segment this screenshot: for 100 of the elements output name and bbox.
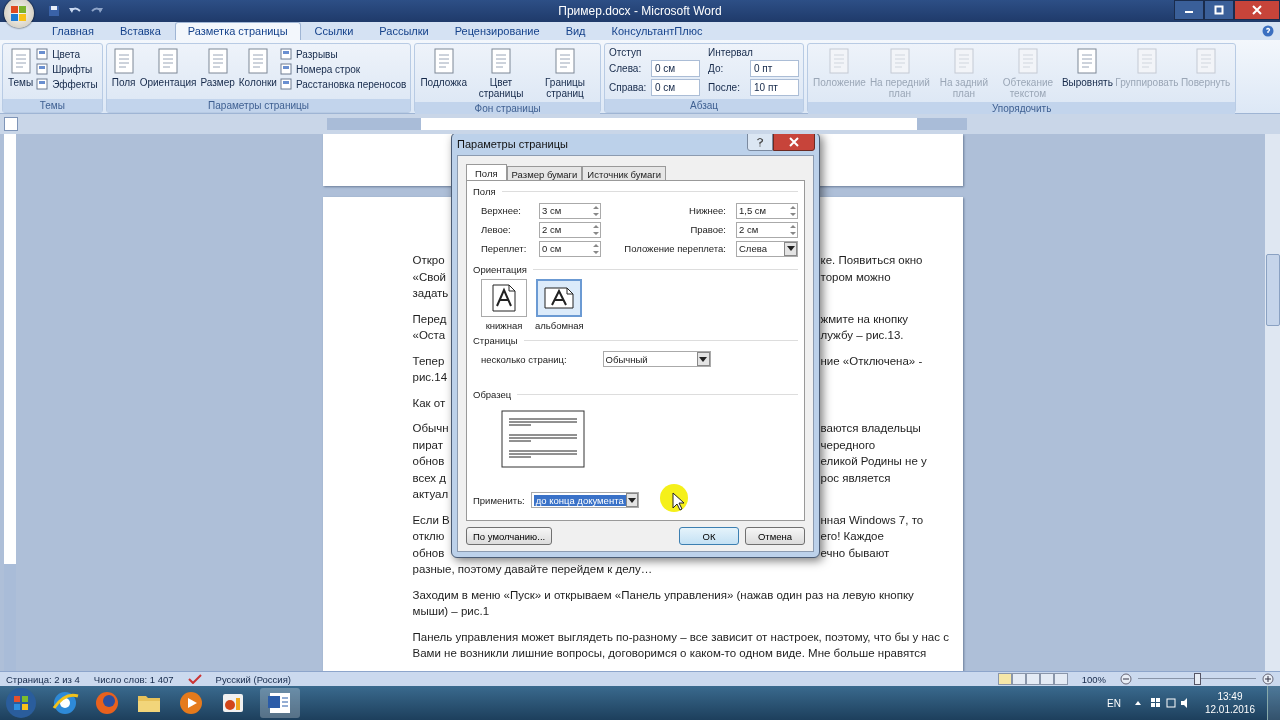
page-icon [1075, 47, 1100, 75]
dialog-button[interactable]: ОК [679, 527, 739, 545]
text-fragment: «Оста [412, 328, 447, 343]
slider-thumb[interactable] [1194, 673, 1201, 685]
spin-field[interactable]: 0 см [539, 240, 601, 257]
close-button[interactable] [773, 134, 815, 151]
page-icon [111, 47, 136, 75]
spin-arrows-icon [789, 203, 797, 218]
dialog-tab[interactable]: Поля [466, 164, 507, 180]
text-fragment: пират [412, 437, 444, 453]
maximize-button[interactable] [1204, 0, 1234, 20]
proofing-icon[interactable] [187, 674, 202, 684]
spin-field[interactable]: 10 пт [750, 79, 799, 96]
dialog-tab[interactable]: Размер бумаги [506, 166, 583, 180]
ribbon-tab[interactable]: Вставка [107, 23, 173, 40]
group-label: Темы [3, 99, 102, 112]
text-fragment: обнов [412, 454, 446, 469]
text-fragment: всех д [412, 470, 448, 486]
page-icon [8, 47, 33, 75]
ribbon-menu-button[interactable]: Расстановка переносов [279, 78, 407, 90]
dialog-button[interactable]: Отмена [745, 527, 805, 545]
office-button[interactable] [4, 0, 34, 28]
text-fragment: Как от [412, 395, 447, 411]
ribbon-tab[interactable]: Ссылки [302, 23, 366, 40]
spin-field[interactable]: 0 см [651, 79, 700, 96]
zoom-out-icon[interactable] [1120, 673, 1132, 685]
status-text: Страница: 2 из 4 [6, 673, 80, 685]
text-fragment: Перед [412, 311, 448, 327]
portrait-page-icon [492, 284, 516, 312]
scrollbar[interactable] [1265, 134, 1280, 671]
text-fragment: Обычн [412, 421, 450, 436]
zoom-level[interactable]: 100% [1081, 673, 1106, 685]
text-fragment: ваются владельцы [820, 421, 922, 436]
zoom-in-icon[interactable] [1262, 673, 1274, 685]
ribbon-tab[interactable]: Вид [553, 23, 598, 40]
text-fragment: нная Windows 7, то [820, 512, 925, 528]
field-label: Нижнее: [689, 205, 726, 216]
dropdown[interactable]: до конца документа [530, 492, 639, 508]
ribbon-menu-button[interactable]: Эффекты [36, 78, 98, 90]
language-indicator[interactable]: EN [1107, 697, 1121, 709]
help-icon[interactable] [1262, 25, 1274, 37]
text-fragment: его! Каждое [820, 529, 885, 544]
page-icon [205, 47, 230, 75]
minimize-button[interactable] [1174, 0, 1204, 20]
field-label: Правое: [690, 224, 726, 235]
help-icon [756, 137, 764, 147]
ribbon-button[interactable]: Размер [199, 46, 236, 89]
ribbon-menu-button[interactable]: Шрифты [36, 63, 98, 75]
spin-field[interactable]: 3 см [539, 202, 601, 219]
clock-date[interactable]: 12.01.2016 [1204, 703, 1255, 716]
ribbon-button[interactable]: Подложка [419, 46, 468, 89]
field-label: Положение переплета: [624, 243, 726, 254]
spin-label: До: [708, 63, 725, 74]
ribbon-button[interactable]: Поля [110, 46, 137, 89]
close-icon [789, 137, 799, 147]
spin-label: После: [708, 82, 741, 93]
spin-field[interactable]: 2 см [736, 221, 798, 238]
start-button[interactable] [4, 686, 38, 720]
spin-field[interactable]: 2 см [539, 221, 601, 238]
dialog-tab[interactable]: Источник бумаги [582, 166, 667, 180]
text-fragment: рис.14 [412, 370, 449, 385]
show-desktop-button[interactable] [1267, 686, 1280, 720]
dialog-title: Параметры страницы [457, 138, 568, 150]
ribbon-tab[interactable]: КонсультантПлюс [599, 23, 715, 40]
text-line: Панель управления может выглядеть по-разному – все зависит от настроек, поэтому, что бы у нас с [412, 629, 949, 645]
ribbon-button[interactable]: Цвет страницы [470, 46, 532, 100]
ribbon-button[interactable]: Ориентация [138, 46, 198, 89]
ribbon-menu-button[interactable]: Цвета [36, 48, 98, 60]
dialog-button[interactable]: По умолчанию... [466, 527, 553, 545]
dropdown[interactable]: Обычный [602, 351, 711, 367]
save-icon[interactable] [48, 5, 60, 17]
ribbon-tab[interactable]: Рецензирование [442, 23, 552, 40]
tab-selector[interactable] [4, 117, 18, 131]
ribbon-tab[interactable]: Разметка страницы [174, 22, 301, 40]
spin-field[interactable]: 1,5 см [736, 202, 798, 219]
close-icon [1252, 5, 1262, 15]
close-button[interactable] [1234, 0, 1280, 20]
group-label: Абзац [605, 99, 803, 112]
ribbon-button[interactable]: Темы [7, 46, 35, 89]
section-title: Страницы [473, 335, 518, 346]
ribbon-button[interactable]: Колонки [237, 46, 278, 89]
text-fragment: ке. Появиться окно [820, 253, 924, 268]
text-fragment: Если В [412, 512, 450, 528]
spin-field[interactable]: 0 пт [750, 60, 799, 77]
ribbon-menu-button[interactable]: Разрывы [279, 48, 407, 60]
spin-field[interactable]: 0 см [651, 60, 700, 77]
ribbon-tab[interactable]: Рассылки [367, 23, 441, 40]
word-app-icon[interactable] [260, 688, 300, 718]
ribbon-tab[interactable]: Главная [40, 23, 106, 40]
dropdown[interactable]: Слева [736, 240, 798, 257]
square-icon [279, 63, 292, 75]
logo-icon [9, 3, 29, 23]
ribbon-button[interactable]: Выровнять [1060, 46, 1114, 89]
help-button[interactable] [747, 134, 773, 151]
landscape-page-icon [544, 287, 575, 309]
ribbon-button[interactable]: Границы страниц [534, 46, 596, 100]
clock-time[interactable]: 13:49 [1217, 690, 1243, 703]
page-icon [553, 47, 577, 75]
status-text: Русский (Россия) [215, 673, 291, 685]
ribbon-menu-button[interactable]: Номера строк [279, 63, 407, 75]
